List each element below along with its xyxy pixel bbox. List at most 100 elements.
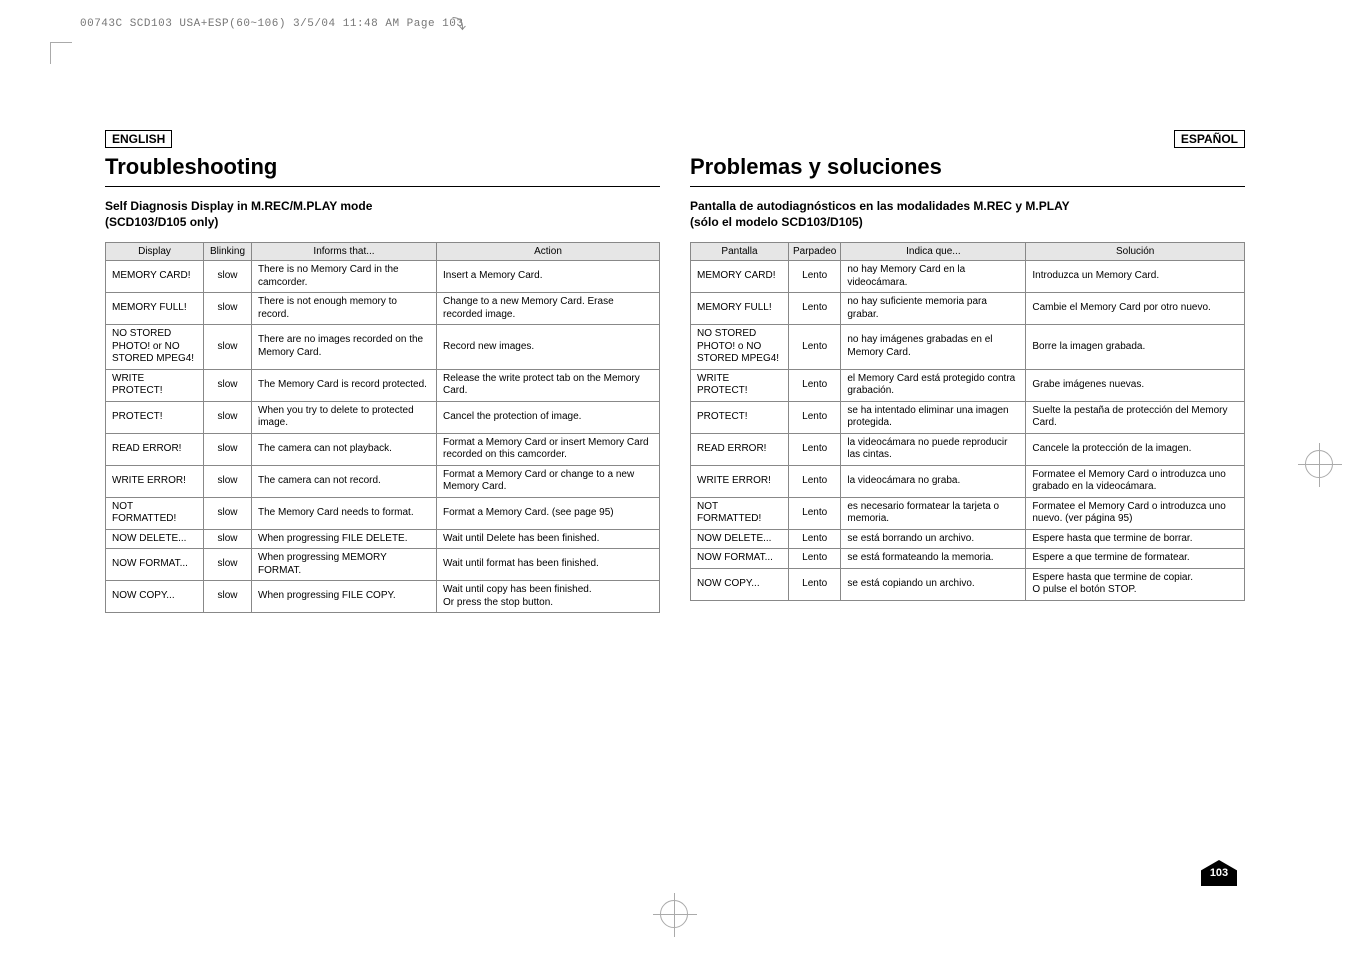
table-row: WRITE PROTECT!slowThe Memory Card is rec… xyxy=(106,369,660,401)
action-cell: Wait until Delete has been finished. xyxy=(437,529,660,549)
inform-cell: The Memory Card needs to format. xyxy=(252,497,437,529)
table-row: NOW COPY...Lentose está copiando un arch… xyxy=(691,568,1245,600)
action-cell: Wait until copy has been finished. Or pr… xyxy=(437,581,660,613)
action-cell: Formatee el Memory Card o introduzca uno… xyxy=(1026,497,1245,529)
display-cell: WRITE ERROR! xyxy=(106,465,204,497)
action-cell: Espere hasta que termine de copiar. O pu… xyxy=(1026,568,1245,600)
blink-cell: Lento xyxy=(789,465,841,497)
table-row: MEMORY CARD!slowThere is no Memory Card … xyxy=(106,261,660,293)
inform-cell: la videocámara no puede reproducir las c… xyxy=(841,433,1026,465)
blink-cell: slow xyxy=(204,497,252,529)
blink-cell: slow xyxy=(204,529,252,549)
th-informs: Informs that... xyxy=(252,243,437,261)
action-cell: Grabe imágenes nuevas. xyxy=(1026,369,1245,401)
blink-cell: Lento xyxy=(789,261,841,293)
inform-cell: se está copiando un archivo. xyxy=(841,568,1026,600)
display-cell: WRITE PROTECT! xyxy=(106,369,204,401)
blink-cell: Lento xyxy=(789,568,841,600)
registration-mark-icon xyxy=(1305,450,1333,478)
th-action: Action xyxy=(437,243,660,261)
inform-cell: no hay imágenes grabadas en el Memory Ca… xyxy=(841,325,1026,370)
inform-cell: There is not enough memory to record. xyxy=(252,293,437,325)
table-row: NOW FORMAT...slowWhen progressing MEMORY… xyxy=(106,549,660,581)
table-row: MEMORY FULL!slowThere is not enough memo… xyxy=(106,293,660,325)
blink-cell: slow xyxy=(204,465,252,497)
inform-cell: se ha intentado eliminar una imagen prot… xyxy=(841,401,1026,433)
print-header: 00743C SCD103 USA+ESP(60~106) 3/5/04 11:… xyxy=(80,18,463,30)
right-subtitle: Pantalla de autodiagnósticos en las moda… xyxy=(690,199,1245,230)
action-cell: Format a Memory Card. (see page 95) xyxy=(437,497,660,529)
inform-cell: The camera can not playback. xyxy=(252,433,437,465)
blink-cell: slow xyxy=(204,549,252,581)
blink-cell: slow xyxy=(204,581,252,613)
display-cell: NOT FORMATTED! xyxy=(691,497,789,529)
blink-cell: slow xyxy=(204,325,252,370)
inform-cell: The Memory Card is record protected. xyxy=(252,369,437,401)
blink-cell: slow xyxy=(204,261,252,293)
action-cell: Record new images. xyxy=(437,325,660,370)
display-cell: PROTECT! xyxy=(691,401,789,433)
table-row: MEMORY FULL!Lentono hay suficiente memor… xyxy=(691,293,1245,325)
blink-cell: Lento xyxy=(789,549,841,569)
action-cell: Format a Memory Card or insert Memory Ca… xyxy=(437,433,660,465)
table-row: WRITE PROTECT!Lentoel Memory Card está p… xyxy=(691,369,1245,401)
display-cell: READ ERROR! xyxy=(691,433,789,465)
display-cell: NOW FORMAT... xyxy=(691,549,789,569)
page-fold-icon: ⤵ xyxy=(452,14,466,34)
right-title: Problemas y soluciones xyxy=(690,154,1245,180)
table-row: READ ERROR!Lentola videocámara no puede … xyxy=(691,433,1245,465)
display-cell: NOW DELETE... xyxy=(691,529,789,549)
blink-cell: Lento xyxy=(789,497,841,529)
inform-cell: el Memory Card está protegido contra gra… xyxy=(841,369,1026,401)
display-cell: WRITE PROTECT! xyxy=(691,369,789,401)
inform-cell: se está borrando un archivo. xyxy=(841,529,1026,549)
display-cell: MEMORY CARD! xyxy=(691,261,789,293)
display-cell: NOW COPY... xyxy=(691,568,789,600)
lang-badge-espanol: ESPAÑOL xyxy=(1174,130,1245,148)
inform-cell: When progressing MEMORY FORMAT. xyxy=(252,549,437,581)
right-table: Pantalla Parpadeo Indica que... Solución… xyxy=(690,242,1245,601)
action-cell: Insert a Memory Card. xyxy=(437,261,660,293)
blink-cell: Lento xyxy=(789,369,841,401)
blink-cell: slow xyxy=(204,293,252,325)
inform-cell: no hay suficiente memoria para grabar. xyxy=(841,293,1026,325)
display-cell: MEMORY FULL! xyxy=(106,293,204,325)
action-cell: Suelte la pestaña de protección del Memo… xyxy=(1026,401,1245,433)
action-cell: Release the write protect tab on the Mem… xyxy=(437,369,660,401)
th-display: Display xyxy=(106,243,204,261)
action-cell: Espere a que termine de formatear. xyxy=(1026,549,1245,569)
action-cell: Change to a new Memory Card. Erase recor… xyxy=(437,293,660,325)
table-row: NOT FORMATTED!slowThe Memory Card needs … xyxy=(106,497,660,529)
left-title: Troubleshooting xyxy=(105,154,660,180)
display-cell: NO STORED PHOTO! or NO STORED MPEG4! xyxy=(106,325,204,370)
table-row: NOW COPY...slowWhen progressing FILE COP… xyxy=(106,581,660,613)
display-cell: NOW DELETE... xyxy=(106,529,204,549)
table-row: NO STORED PHOTO! o NO STORED MPEG4!Lento… xyxy=(691,325,1245,370)
divider xyxy=(105,186,660,187)
display-cell: MEMORY FULL! xyxy=(691,293,789,325)
table-row: MEMORY CARD!Lentono hay Memory Card en l… xyxy=(691,261,1245,293)
action-cell: Formatee el Memory Card o introduzca uno… xyxy=(1026,465,1245,497)
action-cell: Espere hasta que termine de borrar. xyxy=(1026,529,1245,549)
blink-cell: Lento xyxy=(789,325,841,370)
table-row: READ ERROR!slowThe camera can not playba… xyxy=(106,433,660,465)
inform-cell: es necesario formatear la tarjeta o memo… xyxy=(841,497,1026,529)
inform-cell: When you try to delete to protected imag… xyxy=(252,401,437,433)
action-cell: Introduzca un Memory Card. xyxy=(1026,261,1245,293)
table-header-row: Pantalla Parpadeo Indica que... Solución xyxy=(691,243,1245,261)
blink-cell: Lento xyxy=(789,293,841,325)
display-cell: READ ERROR! xyxy=(106,433,204,465)
action-cell: Cambie el Memory Card por otro nuevo. xyxy=(1026,293,1245,325)
right-column: ESPAÑOL Problemas y soluciones Pantalla … xyxy=(690,130,1245,613)
blink-cell: slow xyxy=(204,401,252,433)
th-blinking: Blinking xyxy=(204,243,252,261)
table-row: PROTECT!slowWhen you try to delete to pr… xyxy=(106,401,660,433)
page-body: ENGLISH Troubleshooting Self Diagnosis D… xyxy=(105,130,1245,613)
inform-cell: la videocámara no graba. xyxy=(841,465,1026,497)
inform-cell: When progressing FILE COPY. xyxy=(252,581,437,613)
inform-cell: There are no images recorded on the Memo… xyxy=(252,325,437,370)
table-row: NOW FORMAT...Lentose está formateando la… xyxy=(691,549,1245,569)
blink-cell: slow xyxy=(204,433,252,465)
blink-cell: slow xyxy=(204,369,252,401)
action-cell: Borre la imagen grabada. xyxy=(1026,325,1245,370)
